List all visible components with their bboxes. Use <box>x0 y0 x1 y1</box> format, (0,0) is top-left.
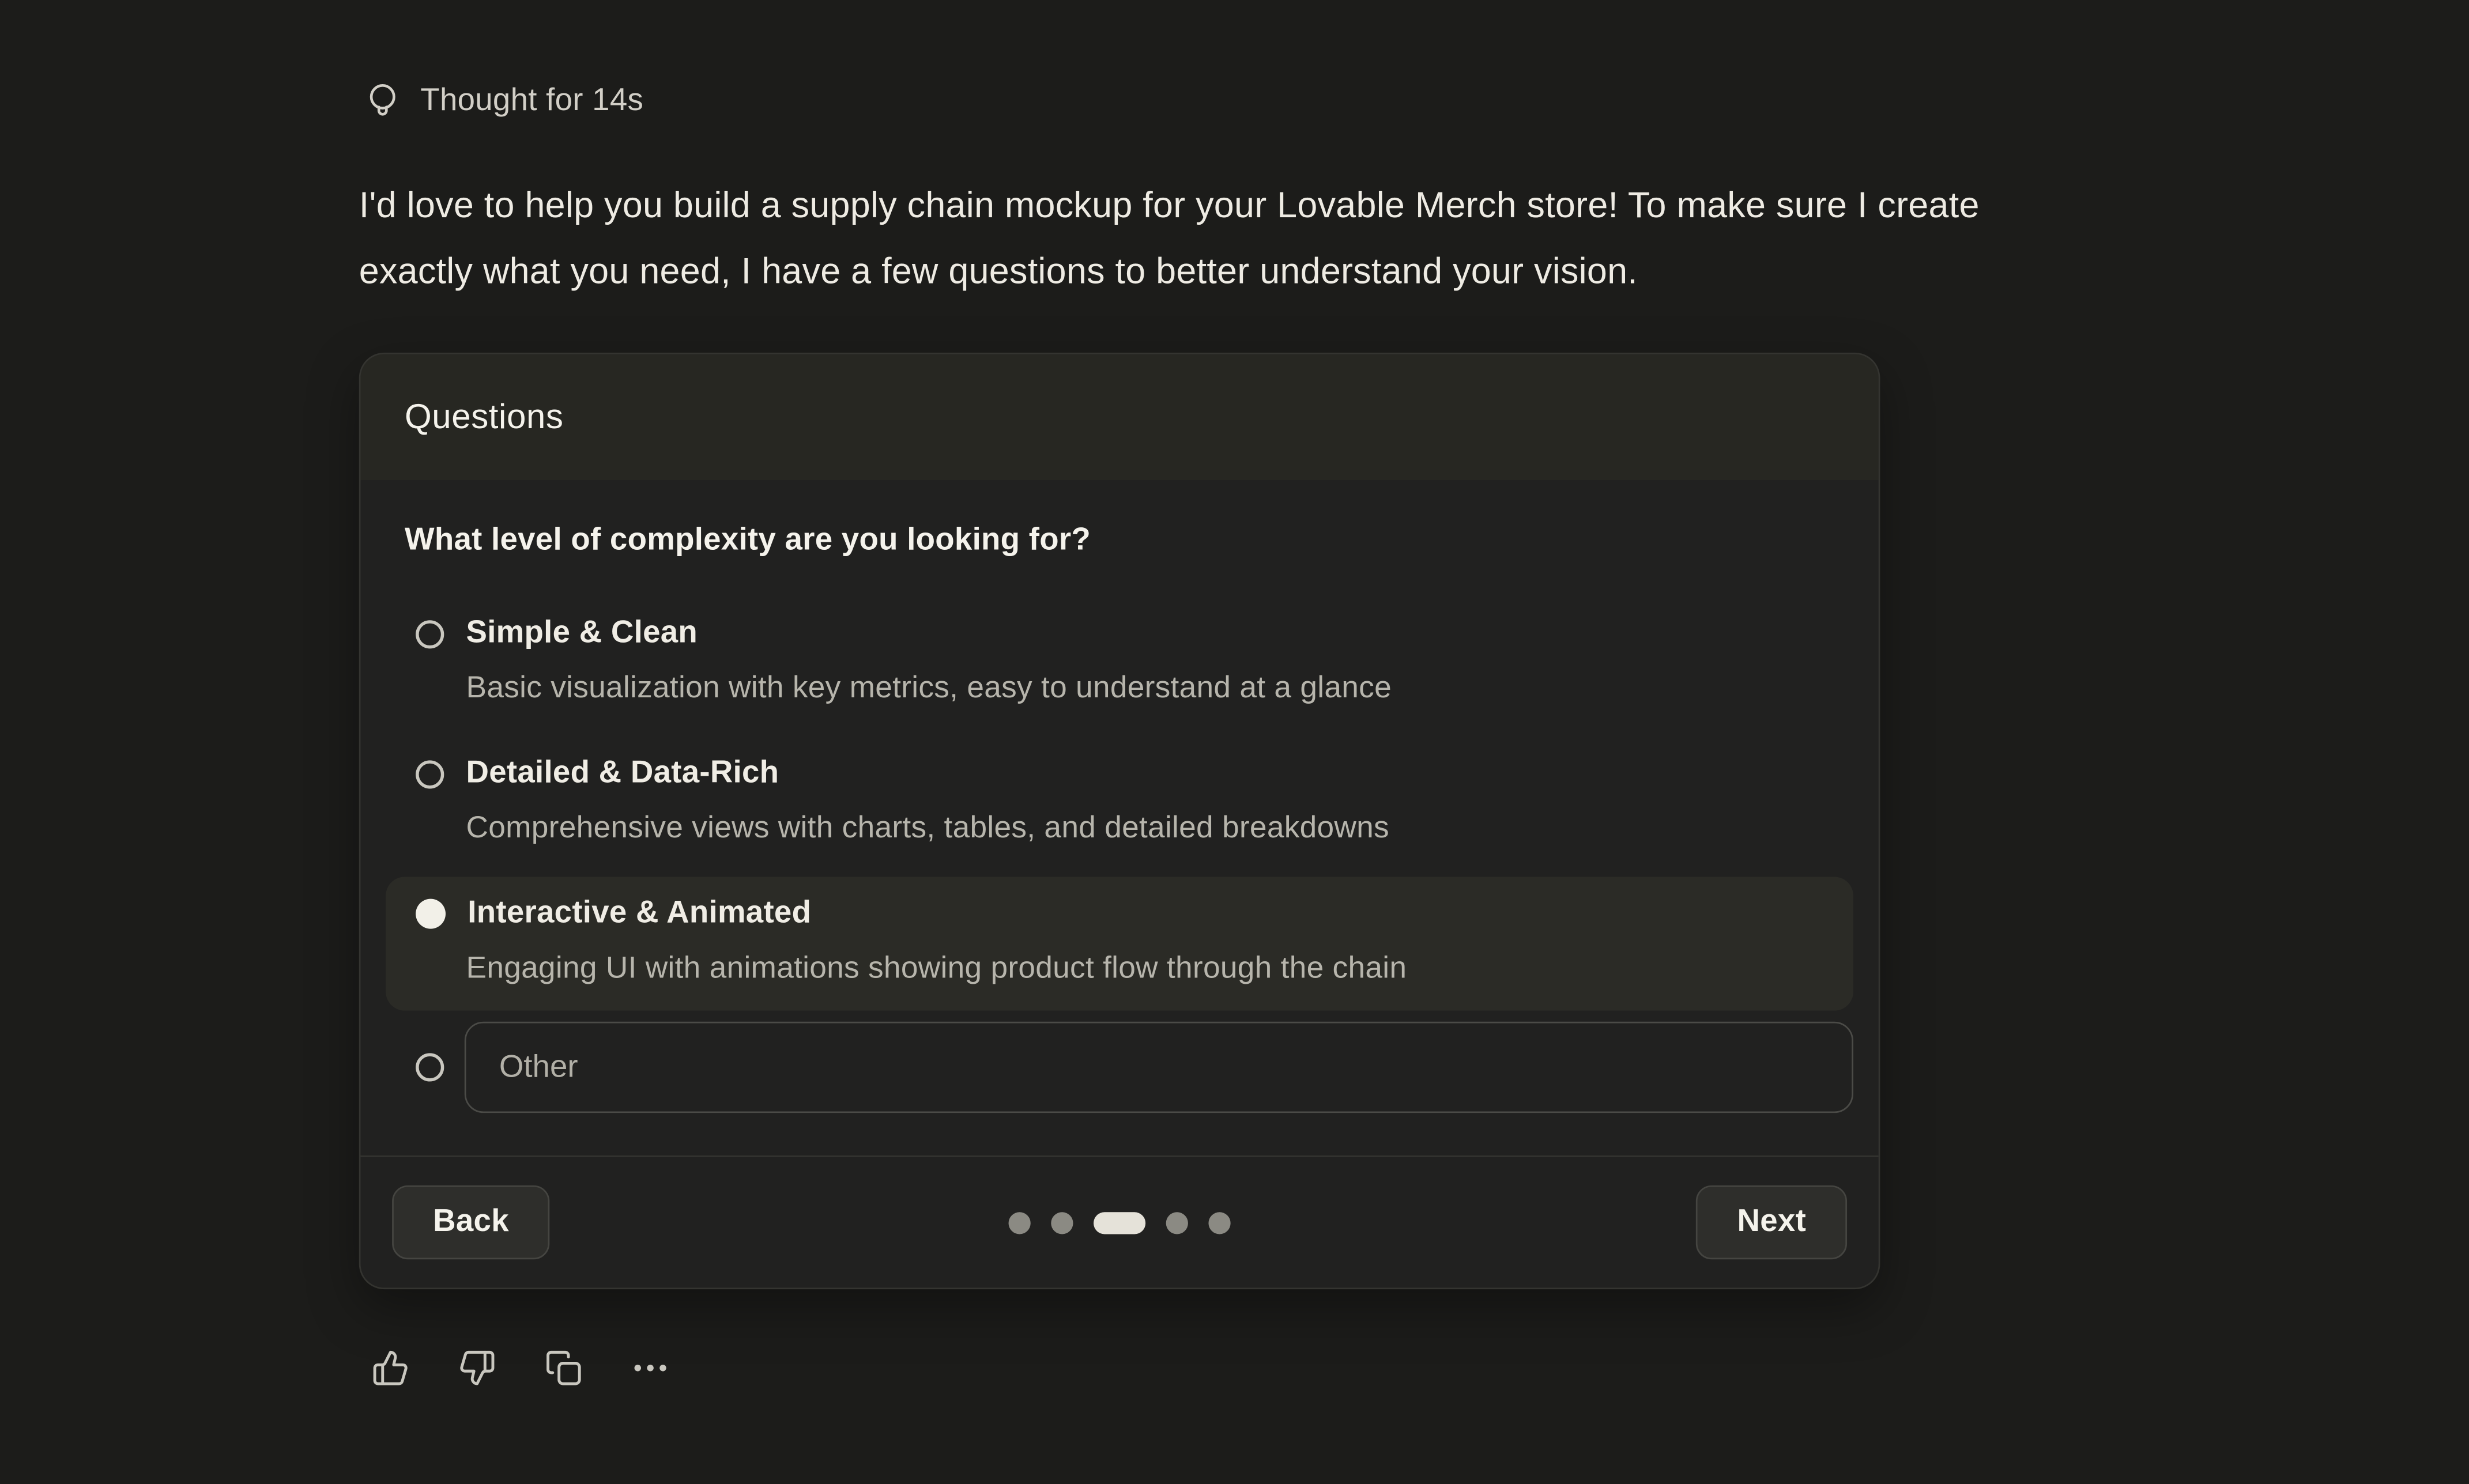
message-actions <box>372 1349 2469 1387</box>
thumbs-down-button[interactable] <box>458 1349 496 1387</box>
thumbs-up-icon <box>372 1368 410 1392</box>
other-option-input[interactable] <box>465 1022 1853 1113</box>
assistant-message-text: I'd love to help you build a supply chai… <box>359 172 2469 304</box>
lightbulb-icon <box>365 82 400 120</box>
more-options-button[interactable] <box>631 1349 669 1387</box>
back-button[interactable]: Back <box>392 1185 550 1259</box>
pagination-dot <box>1166 1211 1188 1233</box>
option-other[interactable] <box>386 1022 1853 1113</box>
radio-unselected-icon[interactable] <box>416 1053 444 1081</box>
option-simple-clean[interactable]: Simple & Clean Basic visualization with … <box>386 596 1853 730</box>
option-description: Engaging UI with animations showing prod… <box>466 949 1824 987</box>
ellipsis-icon <box>631 1368 669 1392</box>
thought-label: Thought for 14s <box>420 82 643 119</box>
chat-message-view: Thought for 14s I'd love to help you bui… <box>0 0 2469 1484</box>
radio-unselected-icon[interactable] <box>416 760 444 788</box>
pagination-dot <box>1208 1211 1230 1233</box>
option-description: Comprehensive views with charts, tables,… <box>466 809 1824 847</box>
pagination-dots <box>1009 1211 1231 1233</box>
option-label: Interactive & Animated <box>468 896 811 932</box>
next-button[interactable]: Next <box>1697 1185 1848 1259</box>
options-list: Simple & Clean Basic visualization with … <box>386 596 1853 1113</box>
option-label: Simple & Clean <box>466 615 698 652</box>
questions-card-header: Questions <box>361 354 1879 481</box>
option-description: Basic visualization with key metrics, ea… <box>466 669 1824 707</box>
option-detailed-data-rich[interactable]: Detailed & Data-Rich Comprehensive views… <box>386 737 1853 870</box>
thought-summary-toggle[interactable]: Thought for 14s <box>365 82 2469 120</box>
option-label: Detailed & Data-Rich <box>466 756 779 792</box>
card-title: Questions <box>405 397 563 437</box>
option-interactive-animated[interactable]: Interactive & Animated Engaging UI with … <box>386 877 1853 1010</box>
pagination-dot <box>1051 1211 1073 1233</box>
copy-button[interactable] <box>545 1349 583 1387</box>
question-text: What level of complexity are you looking… <box>405 523 1834 559</box>
thumbs-down-icon <box>458 1368 496 1392</box>
radio-unselected-icon[interactable] <box>416 620 444 648</box>
questions-card-footer: Back Next <box>361 1156 1879 1287</box>
thumbs-up-button[interactable] <box>372 1349 410 1387</box>
pagination-dot-active <box>1094 1211 1145 1233</box>
message-line-1: I'd love to help you build a supply chai… <box>359 172 2469 238</box>
message-line-2: exactly what you need, I have a few ques… <box>359 237 2469 304</box>
questions-card-body: What level of complexity are you looking… <box>361 480 1879 1156</box>
radio-selected-icon[interactable] <box>416 899 446 929</box>
copy-icon <box>545 1368 583 1392</box>
pagination-dot <box>1009 1211 1031 1233</box>
questions-card: Questions What level of complexity are y… <box>359 353 1880 1289</box>
